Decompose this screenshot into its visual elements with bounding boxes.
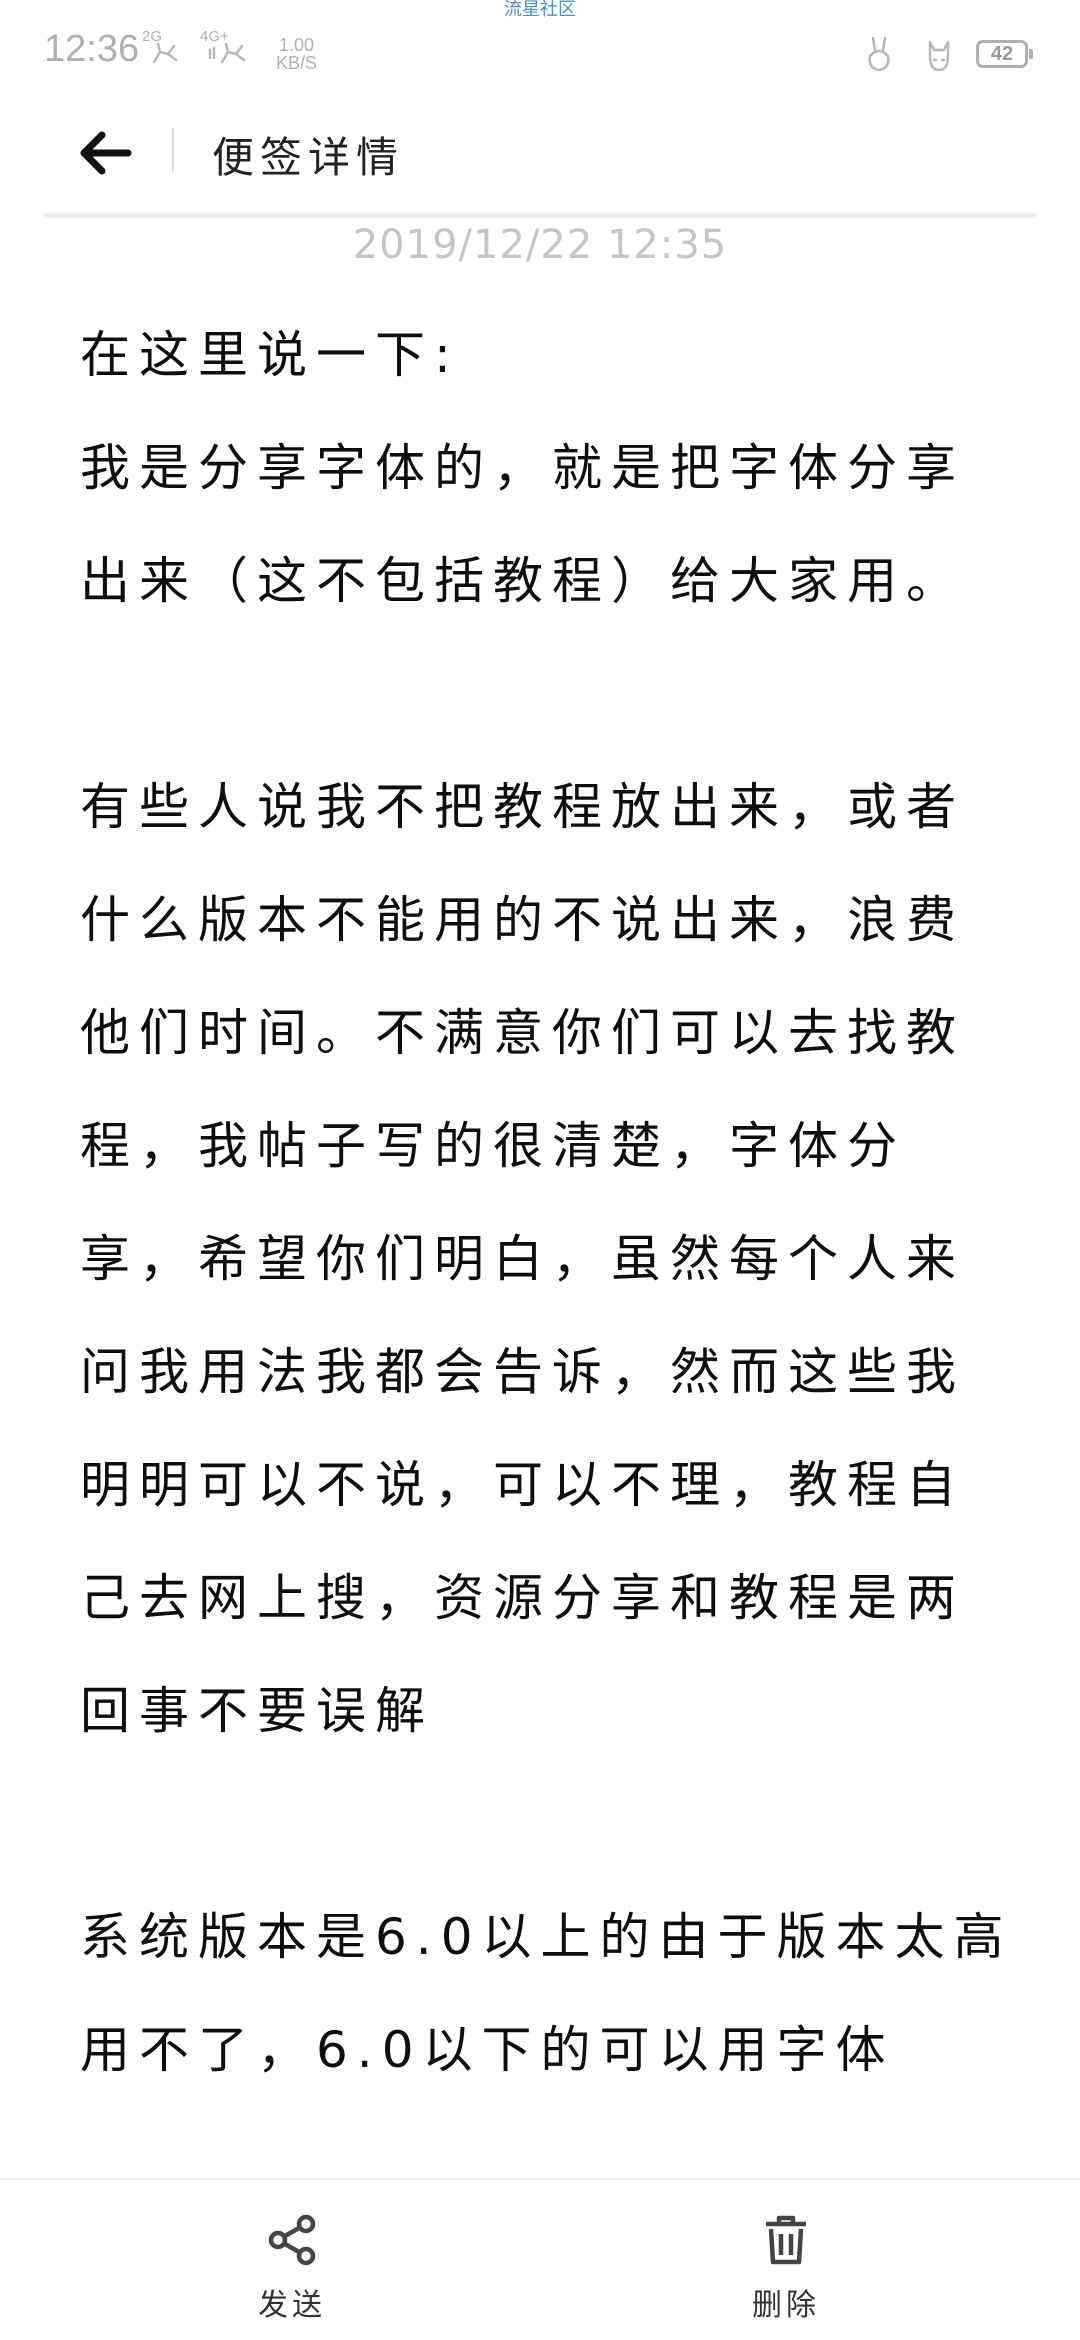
network-speed: 1.00 KB/S [276,36,317,72]
note-line: 用不了，6.0以下的可以用字体 [80,2021,895,2079]
note-line-blank [80,659,980,772]
note-line: 系统版本是6.0以上的由于版本太高 [80,1908,1013,1966]
note-timestamp: 2019/12/22 12:35 [352,222,728,268]
note-line: 程，我帖子写的很清楚，字体分 [80,1117,906,1175]
note-line: 回事不要误解 [80,1682,434,1740]
signal-deer-icon-2 [208,42,246,64]
trash-icon [766,2215,806,2265]
note-line-blank [80,1789,980,1902]
status-bar: 流星社区 12:36 2G 4G+ 1.00 KB/S 42 [0,0,1080,110]
note-line: 享，希望你们明白，虽然每个人来 [80,1230,965,1288]
speed-value: 1.00 [278,35,315,55]
note-line: 在这里说一下: [80,326,460,384]
rabbit-icon [868,36,890,72]
note-line: 出来（这不包括教程）给大家用。 [80,552,965,610]
header-divider [172,128,174,172]
header-separator [44,213,1036,218]
cat-icon [928,40,950,72]
page-title: 便签详情 [212,133,405,182]
note-content[interactable]: 在这里说一下: 我是分享字体的，就是把字体分享 出来（这不包括教程）给大家用。 … [80,320,1013,2128]
note-line: 己去网上搜，资源分享和教程是两 [80,1569,965,1627]
app-header: 便签详情 [0,110,1080,218]
delete-button[interactable]: 删除 [636,2180,936,2340]
note-line: 明明可以不说，可以不理，教程自 [80,1456,965,1514]
note-detail-screen: 流星社区 12:36 2G 4G+ 1.00 KB/S 42 便签详情 2019… [0,0,1080,2340]
signal-deer-icon-1 [152,42,178,64]
back-button[interactable] [72,120,138,186]
watermark-text: 流星社区 [504,0,576,20]
note-line: 什么版本不能用的不说出来，浪费 [80,891,965,949]
note-line: 问我用法我都会告诉，然而这些我 [80,1343,965,1401]
send-label: 发送 [258,2288,326,2323]
status-time: 12:36 [44,28,140,70]
delete-label: 删除 [752,2288,820,2323]
share-icon [268,2214,316,2266]
note-line: 我是分享字体的，就是把字体分享 [80,439,965,497]
speed-unit: KB/S [276,53,318,73]
battery-indicator: 42 [976,40,1033,68]
note-line: 他们时间。不满意你们可以去找教 [80,1004,965,1062]
send-button[interactable]: 发送 [142,2180,442,2340]
note-line: 有些人说我不把教程放出来，或者 [80,778,965,836]
arrow-left-icon [80,131,132,175]
bottom-action-bar: 发送 删除 [0,2178,1080,2340]
